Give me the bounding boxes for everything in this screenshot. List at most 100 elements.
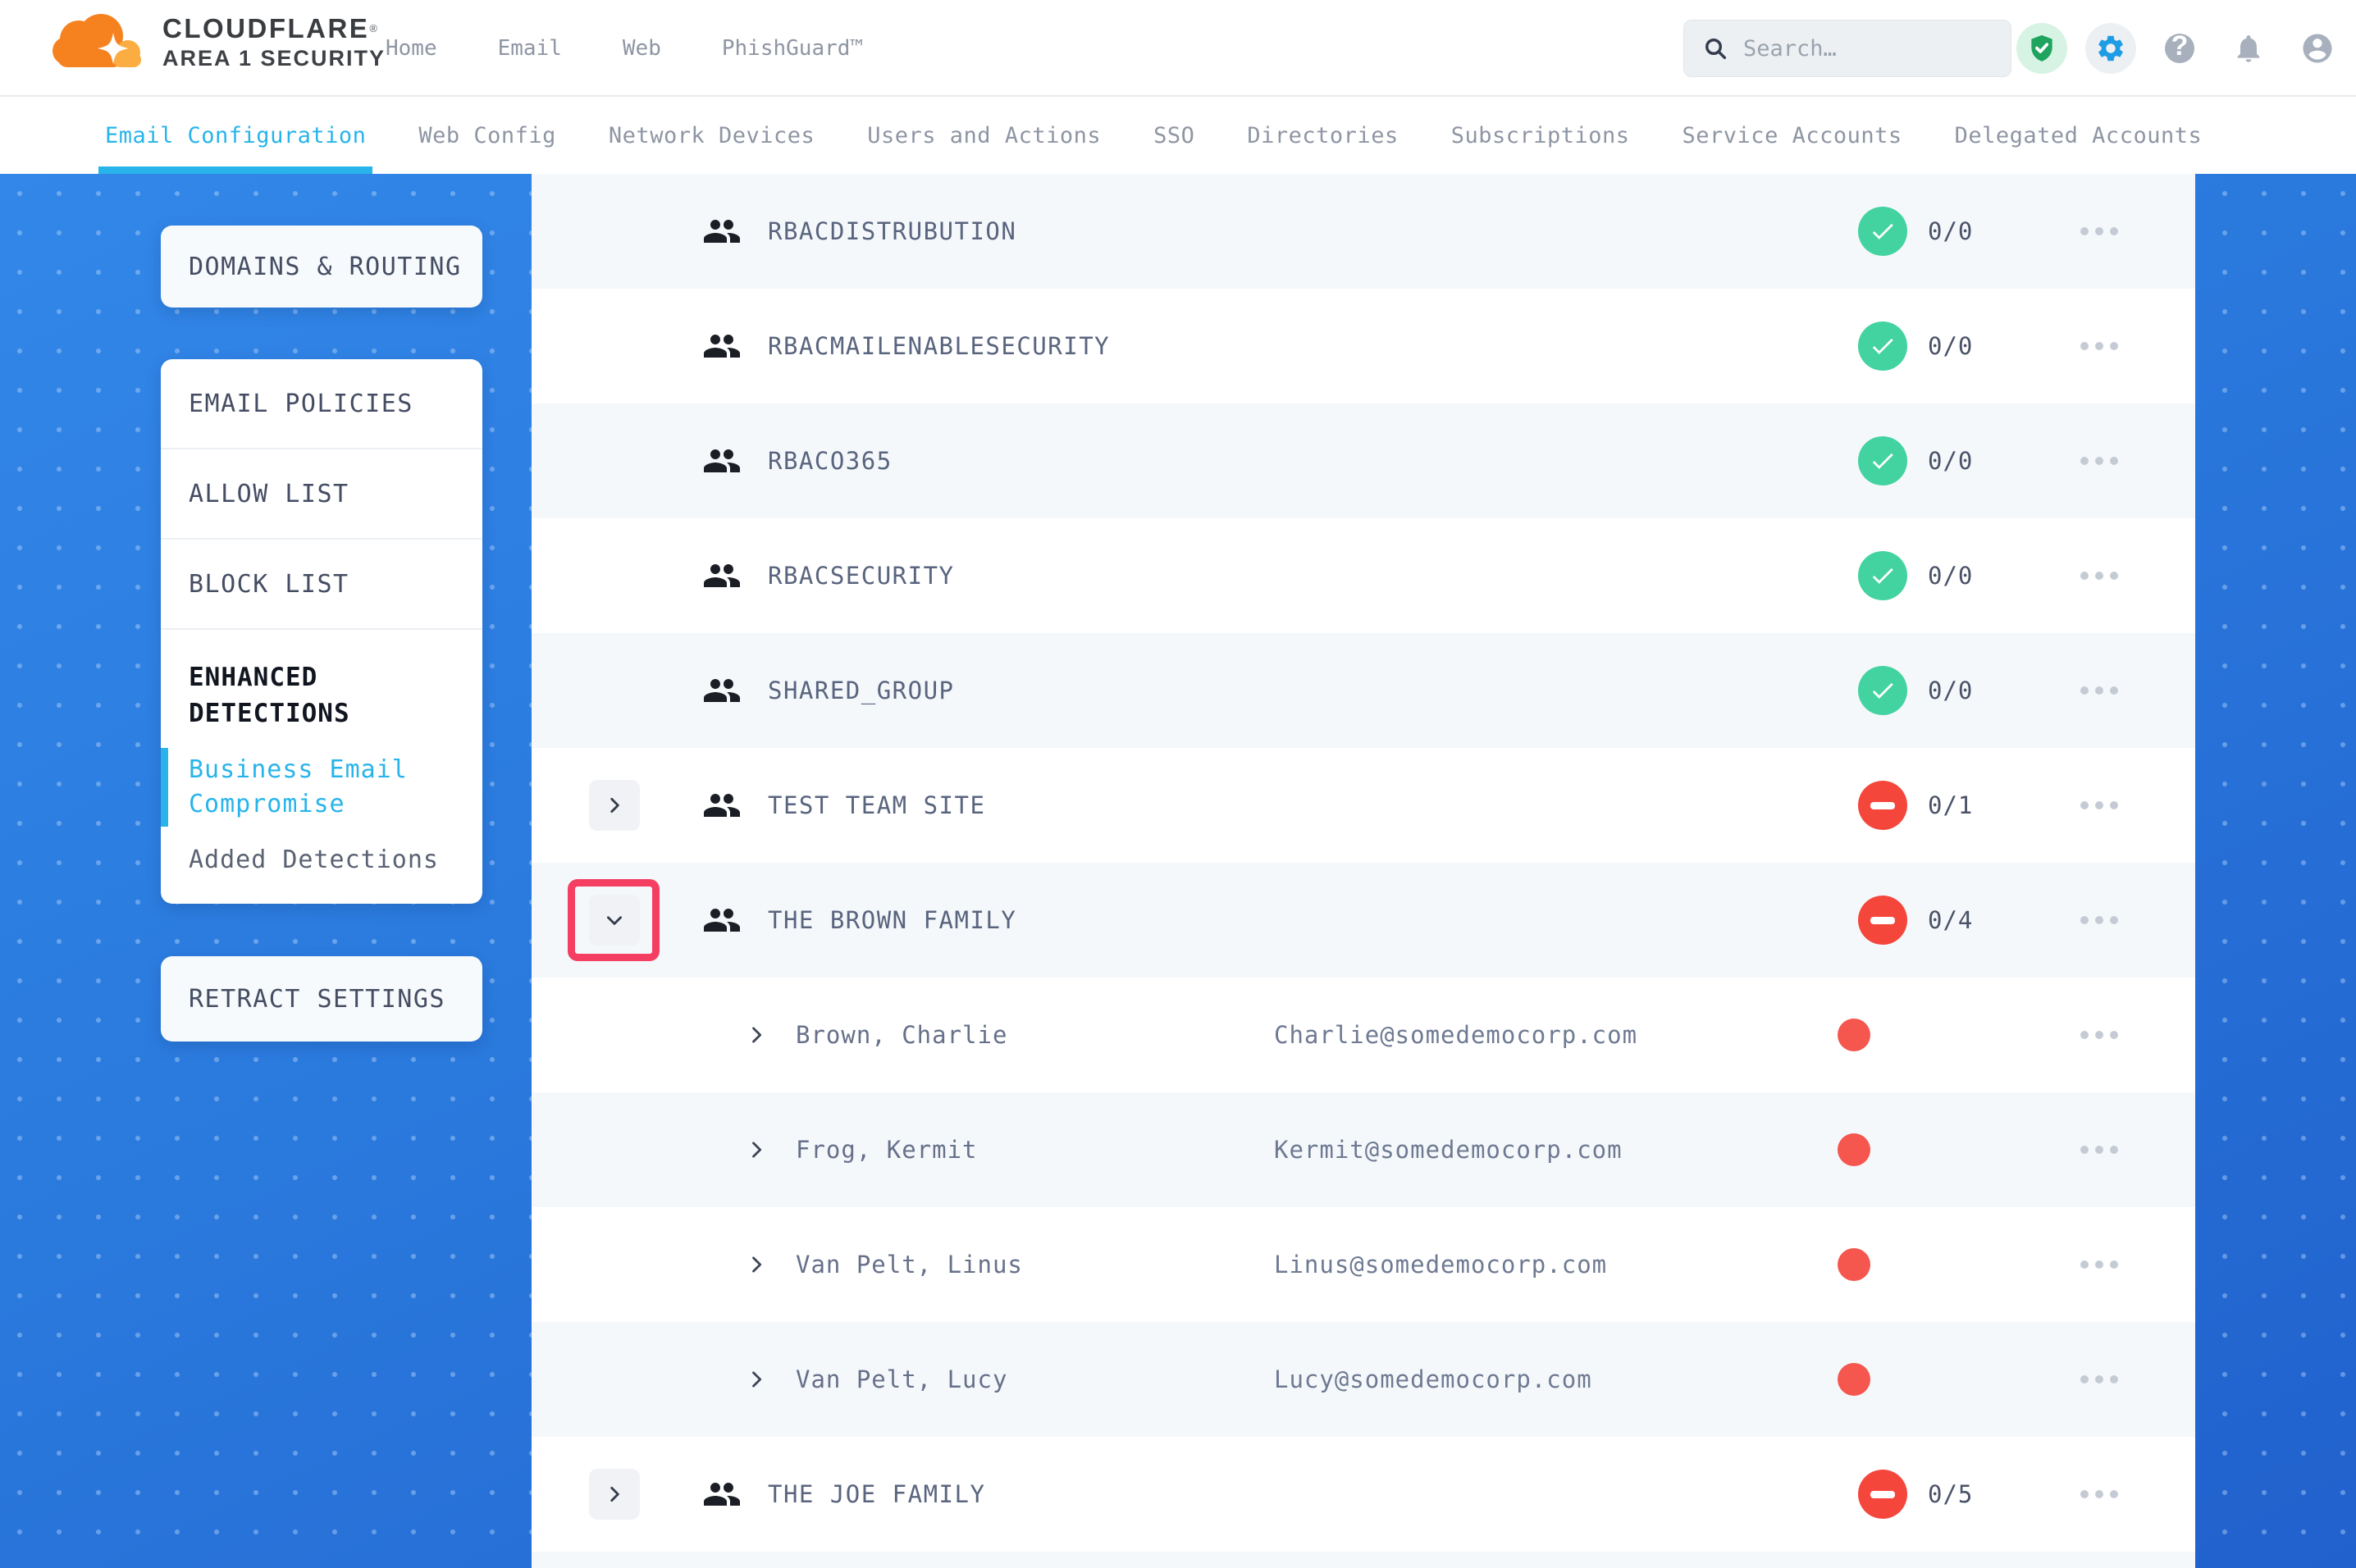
- more-options-button[interactable]: [2080, 1375, 2118, 1383]
- expand-button[interactable]: [589, 780, 640, 831]
- ellipsis-dot: [2080, 1146, 2089, 1154]
- groups-table: RBACDISTRUBUTION 0/0 RBACMAILENABLESECURIT…: [532, 174, 2195, 1568]
- policy-list: EMAIL POLICIES ALLOW LISTBLOCK LIST: [161, 359, 482, 630]
- secondary-nav: Email Configuration Web Config Network Dev…: [0, 97, 2356, 174]
- topnav-item-phishguard-[interactable]: PhishGuard™: [722, 36, 863, 61]
- ellipsis-dot: [2110, 1260, 2118, 1269]
- search-input[interactable]: [1742, 35, 1991, 62]
- member-count: 0/0: [1928, 447, 1973, 475]
- chevron-right-icon: [604, 1484, 625, 1505]
- minus-icon: [1870, 802, 1895, 809]
- ellipsis-dot: [2110, 1031, 2118, 1039]
- people-icon: [702, 441, 742, 484]
- more-options-button[interactable]: [2080, 916, 2118, 924]
- sidebar-item-enhanced-detections[interactable]: ENHANCED DETECTIONS: [161, 659, 482, 732]
- status-dot: [1838, 1133, 1870, 1166]
- ellipsis-dot: [2095, 227, 2103, 235]
- table-row-member: Van Pelt, LucyLucy@somedemocorp.com: [532, 1322, 2195, 1437]
- expand-member-button[interactable]: [745, 1023, 768, 1050]
- minus-icon: [1870, 1491, 1895, 1498]
- more-options-button[interactable]: [2080, 227, 2118, 235]
- sidebar-item-retract-settings[interactable]: RETRACT SETTINGS: [161, 985, 445, 1014]
- tab-label: Network Devices: [609, 123, 815, 148]
- tab-sso[interactable]: SSO: [1153, 97, 1194, 174]
- expand-button[interactable]: [589, 1469, 640, 1520]
- ellipsis-dot: [2080, 1031, 2089, 1039]
- sidebar-item-block-list[interactable]: BLOCK LIST: [161, 540, 482, 630]
- sidebar-item-added-detections[interactable]: Added Detections: [161, 843, 482, 877]
- more-options-button[interactable]: [2080, 1146, 2118, 1154]
- tab-label: Email Configuration: [105, 123, 366, 148]
- gear-icon[interactable]: [2085, 23, 2136, 74]
- ellipsis-dot: [2110, 916, 2118, 924]
- check-icon: [1869, 217, 1897, 245]
- topnav-item-email[interactable]: Email: [498, 36, 562, 61]
- user-icon[interactable]: [2292, 23, 2343, 74]
- more-options-button[interactable]: [2080, 457, 2118, 465]
- member-email: Linus@somedemocorp.com: [1274, 1251, 1607, 1279]
- member-count: 0/0: [1928, 217, 1973, 245]
- topnav-item-home[interactable]: Home: [386, 36, 437, 61]
- more-options-button[interactable]: [2080, 801, 2118, 809]
- tab-users-and-actions[interactable]: Users and Actions: [867, 97, 1101, 174]
- cloudflare-cloud-icon: [48, 10, 151, 75]
- more-options-button[interactable]: [2080, 1490, 2118, 1498]
- sidebar-item-email-policies[interactable]: EMAIL POLICIES: [161, 359, 482, 449]
- group-name: RBACMAILENABLESECURITY: [768, 332, 1110, 360]
- more-options-button[interactable]: [2080, 342, 2118, 350]
- ellipsis-dot: [2095, 1490, 2103, 1498]
- sidebar-item-business-email-compromise[interactable]: Business Email Compromise: [161, 753, 482, 822]
- partial-row: [532, 1552, 2195, 1568]
- tab-web-config[interactable]: Web Config: [418, 97, 556, 174]
- sidebar-card-domains-routing[interactable]: DOMAINS & ROUTING: [161, 226, 482, 308]
- expand-member-button[interactable]: [745, 1253, 768, 1279]
- people-icon: [702, 900, 742, 943]
- check-badge: [1858, 436, 1907, 485]
- ellipsis-dot: [2080, 227, 2089, 235]
- sidebar-item-allow-list[interactable]: ALLOW LIST: [161, 449, 482, 540]
- ellipsis-dot: [2095, 1031, 2103, 1039]
- sidebar-card-retract-settings[interactable]: RETRACT SETTINGS: [161, 956, 482, 1042]
- topnav-item-web[interactable]: Web: [623, 36, 661, 61]
- table-row-group: SHARED_GROUP0/0: [532, 633, 2195, 748]
- minus-badge: [1858, 896, 1907, 945]
- more-options-button[interactable]: [2080, 1031, 2118, 1039]
- minus-icon: [1870, 917, 1895, 924]
- tab-label: Subscriptions: [1451, 123, 1630, 148]
- ellipsis-dot: [2095, 1260, 2103, 1269]
- cloudflare-logo[interactable]: CLOUDFLARE® AREA 1 SECURITY: [48, 10, 386, 75]
- people-icon: [702, 212, 742, 254]
- check-icon: [1869, 677, 1897, 704]
- ellipsis-dot: [2095, 686, 2103, 695]
- more-options-button[interactable]: [2080, 686, 2118, 695]
- shield-check-icon[interactable]: [2016, 23, 2067, 74]
- expand-member-button[interactable]: [745, 1368, 768, 1394]
- people-icon: [702, 326, 742, 369]
- tab-network-devices[interactable]: Network Devices: [609, 97, 815, 174]
- sidebar-item-domains-routing[interactable]: DOMAINS & ROUTING: [161, 253, 462, 281]
- people-icon: [702, 786, 742, 828]
- table-row-member: Brown, CharlieCharlie@somedemocorp.com: [532, 978, 2195, 1092]
- ellipsis-dot: [2080, 1260, 2089, 1269]
- help-icon[interactable]: ?: [2154, 23, 2205, 74]
- ellipsis-dot: [2110, 227, 2118, 235]
- search-box[interactable]: [1683, 20, 2011, 77]
- tab-email-configuration[interactable]: Email Configuration: [105, 97, 366, 174]
- bell-icon[interactable]: [2223, 23, 2274, 74]
- group-name: RBACDISTRUBUTION: [768, 217, 1016, 245]
- member-count: 0/0: [1928, 332, 1973, 360]
- sidebar-item-label: EMAIL POLICIES: [161, 390, 413, 418]
- more-options-button[interactable]: [2080, 1260, 2118, 1269]
- enhanced-detections-line1: ENHANCED: [189, 659, 482, 695]
- tab-service-accounts[interactable]: Service Accounts: [1683, 97, 1902, 174]
- collapse-button[interactable]: [589, 895, 640, 946]
- logo-text: CLOUDFLARE® AREA 1 SECURITY: [162, 13, 386, 72]
- tab-subscriptions[interactable]: Subscriptions: [1451, 97, 1630, 174]
- more-options-button[interactable]: [2080, 572, 2118, 580]
- expand-member-button[interactable]: [745, 1138, 768, 1165]
- tab-directories[interactable]: Directories: [1247, 97, 1398, 174]
- member-count: 0/0: [1928, 562, 1973, 590]
- tab-delegated-accounts[interactable]: Delegated Accounts: [1955, 97, 2203, 174]
- tab-label: Users and Actions: [867, 123, 1101, 148]
- tab-label: Delegated Accounts: [1955, 123, 2203, 148]
